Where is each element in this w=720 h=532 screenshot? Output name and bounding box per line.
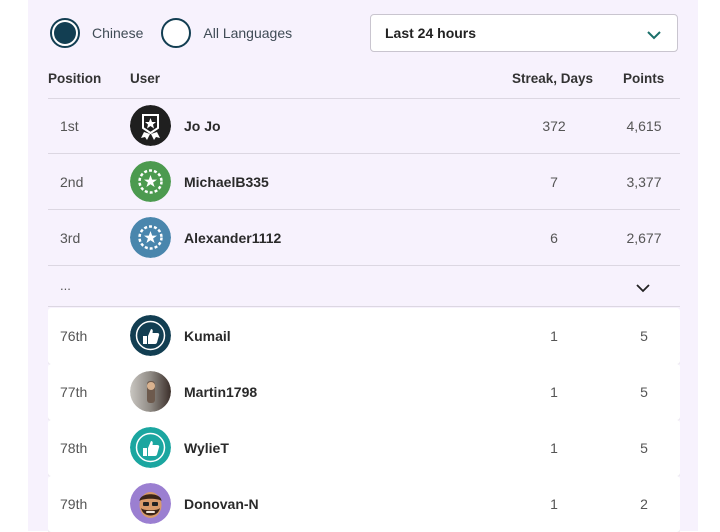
radio-label-chinese: Chinese bbox=[92, 25, 144, 41]
radio-dot bbox=[54, 22, 76, 44]
radio-button-selected[interactable] bbox=[50, 18, 80, 48]
row-points: 2,677 bbox=[626, 229, 662, 246]
table-header: Position User Streak, Days Points bbox=[48, 64, 680, 99]
table-row[interactable]: 76th Kumail 1 5 bbox=[48, 308, 680, 364]
cartoon-face-avatar bbox=[130, 483, 171, 524]
table-row[interactable]: 3rd Alexander1112 6 2,677 bbox=[48, 210, 680, 266]
row-points: 5 bbox=[640, 328, 648, 344]
ellipsis: ... bbox=[60, 278, 71, 293]
header-streak: Streak, Days bbox=[512, 71, 594, 86]
row-points: 3,377 bbox=[626, 173, 662, 190]
row-streak: 1 bbox=[550, 496, 558, 512]
row-position: 77th bbox=[60, 384, 88, 400]
row-username[interactable]: Alexander1112 bbox=[184, 230, 281, 246]
row-streak: 1 bbox=[550, 384, 558, 400]
row-position: 2nd bbox=[60, 173, 84, 190]
table-row[interactable]: 1st Jo Jo 372 4,615 bbox=[48, 98, 680, 154]
row-streak: 1 bbox=[550, 328, 558, 344]
row-points: 5 bbox=[640, 384, 648, 400]
row-username[interactable]: WylieT bbox=[184, 440, 229, 456]
radio-all-languages[interactable]: All Languages bbox=[161, 18, 292, 48]
row-username[interactable]: Donovan-N bbox=[184, 496, 259, 512]
expand-chevron-icon[interactable] bbox=[636, 280, 650, 298]
leaderboard-panel: Chinese All Languages Last 24 hours Posi… bbox=[28, 0, 698, 532]
row-points: 2 bbox=[640, 496, 648, 512]
row-username[interactable]: Jo Jo bbox=[184, 118, 221, 134]
radio-label-all-languages: All Languages bbox=[203, 25, 293, 41]
table-row[interactable]: 77th Martin1798 1 5 bbox=[48, 364, 680, 420]
chevron-down-icon bbox=[647, 27, 661, 45]
time-range-select[interactable]: Last 24 hours bbox=[370, 14, 678, 52]
row-streak: 7 bbox=[550, 173, 558, 190]
radio-button-unselected[interactable] bbox=[161, 18, 192, 48]
collapsed-rows: ... bbox=[48, 266, 680, 307]
row-username[interactable]: Kumail bbox=[184, 328, 231, 344]
row-username[interactable]: MichaelB335 bbox=[184, 174, 269, 190]
thumbs-up-teal-icon bbox=[130, 427, 171, 468]
language-radio-group: Chinese All Languages bbox=[50, 18, 310, 48]
filters-bar: Chinese All Languages Last 24 hours bbox=[50, 14, 680, 54]
row-streak: 372 bbox=[542, 117, 566, 134]
table-row[interactable]: 2nd MichaelB335 7 3,377 bbox=[48, 154, 680, 210]
table-row[interactable]: 78th WylieT 1 5 bbox=[48, 420, 680, 476]
row-position: 78th bbox=[60, 440, 88, 456]
time-range-value: Last 24 hours bbox=[385, 25, 477, 41]
row-streak: 6 bbox=[550, 229, 558, 246]
row-position: 1st bbox=[60, 117, 79, 134]
thumbs-up-navy-icon bbox=[130, 315, 171, 356]
row-points: 5 bbox=[640, 440, 648, 456]
badge-blue-icon bbox=[130, 217, 171, 258]
header-position: Position bbox=[48, 71, 102, 86]
header-user: User bbox=[130, 71, 161, 86]
row-streak: 1 bbox=[550, 440, 558, 456]
row-username[interactable]: Martin1798 bbox=[184, 384, 257, 400]
row-position: 3rd bbox=[60, 229, 81, 246]
photo-avatar bbox=[130, 371, 171, 412]
radio-chinese[interactable]: Chinese bbox=[50, 18, 143, 48]
table-row[interactable]: 79th Donovan-N 1 2 bbox=[48, 476, 680, 532]
header-points: Points bbox=[623, 71, 665, 86]
row-position: 76th bbox=[60, 328, 88, 344]
row-position: 79th bbox=[60, 496, 88, 512]
badge-green-icon bbox=[130, 161, 171, 202]
row-points: 4,615 bbox=[626, 117, 662, 134]
badge-black-icon bbox=[130, 105, 171, 146]
